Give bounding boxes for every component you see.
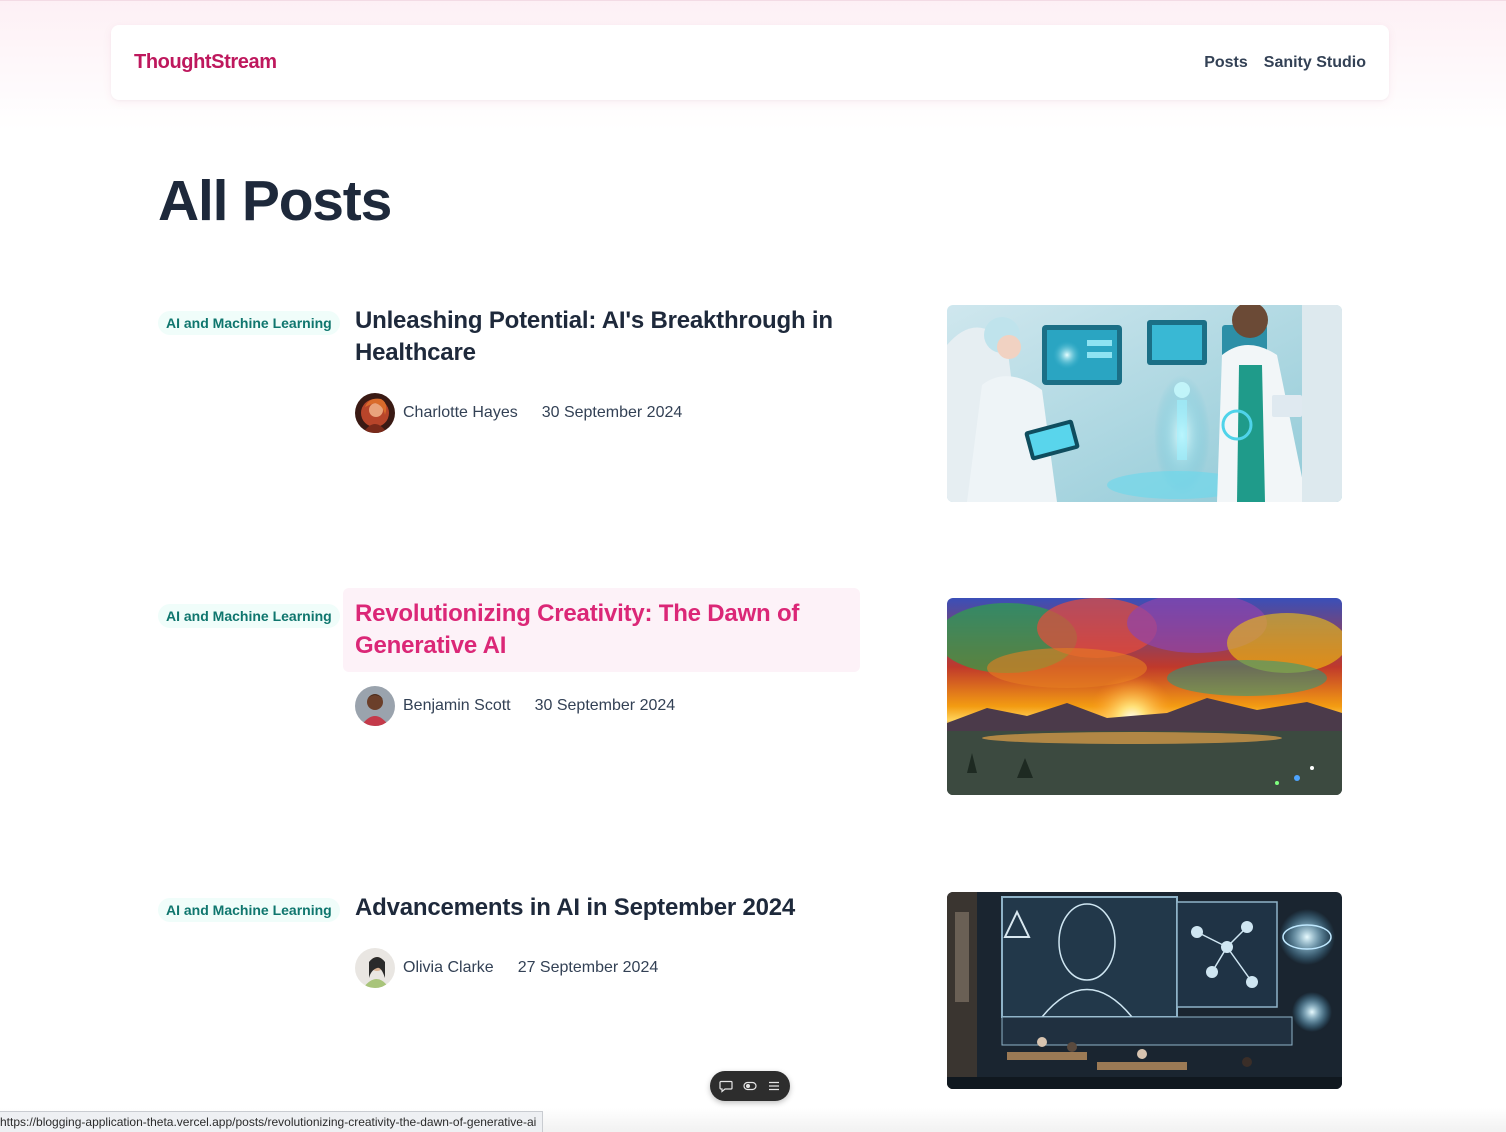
floating-toolbar <box>710 1071 790 1101</box>
nav-posts-link[interactable]: Posts <box>1204 54 1248 72</box>
link-status-bar: https://blogging-application-theta.verce… <box>0 1111 544 1132</box>
post-meta: Benjamin Scott 30 September 2024 <box>355 686 675 726</box>
post-card: AI and Machine Learning Revolutionizing … <box>158 588 1342 798</box>
post-date: 27 September 2024 <box>517 959 659 976</box>
post-thumbnail[interactable] <box>947 892 1342 1089</box>
author-avatar <box>355 686 395 726</box>
top-divider <box>0 0 1506 1</box>
toggle-icon[interactable] <box>743 1079 757 1093</box>
author-avatar <box>355 948 395 988</box>
post-date: 30 September 2024 <box>541 404 683 421</box>
post-title-link[interactable]: Revolutionizing Creativity: The Dawn of … <box>343 588 860 672</box>
comment-icon[interactable] <box>719 1079 733 1093</box>
nav-sanity-studio-link[interactable]: Sanity Studio <box>1264 54 1366 72</box>
post-date: 30 September 2024 <box>534 697 676 714</box>
page-title: All Posts <box>158 169 392 233</box>
post-card: AI and Machine Learning Unleashing Poten… <box>158 305 1342 505</box>
category-tag[interactable]: AI and Machine Learning <box>158 898 340 922</box>
post-title-link[interactable]: Unleashing Potential: AI's Breakthrough … <box>343 295 860 379</box>
category-tag[interactable]: AI and Machine Learning <box>158 604 340 628</box>
site-header: ThoughtStream Posts Sanity Studio <box>111 25 1389 100</box>
post-thumbnail[interactable] <box>947 598 1342 795</box>
page: ThoughtStream Posts Sanity Studio All Po… <box>0 0 1506 1132</box>
author-name: Olivia Clarke <box>403 959 494 976</box>
post-meta: Charlotte Hayes 30 September 2024 <box>355 393 682 433</box>
author-name: Charlotte Hayes <box>403 404 518 421</box>
post-card: AI and Machine Learning Advancements in … <box>158 892 1342 1092</box>
menu-icon[interactable] <box>767 1079 781 1093</box>
post-thumbnail[interactable] <box>947 305 1342 502</box>
author-avatar <box>355 393 395 433</box>
main-nav: Posts Sanity Studio <box>1204 54 1366 72</box>
post-meta: Olivia Clarke 27 September 2024 <box>355 948 658 988</box>
brand-logo[interactable]: ThoughtStream <box>134 51 277 74</box>
post-title-link[interactable]: Advancements in AI in September 2024 <box>343 882 860 934</box>
category-tag[interactable]: AI and Machine Learning <box>158 311 340 335</box>
author-name: Benjamin Scott <box>403 697 511 714</box>
